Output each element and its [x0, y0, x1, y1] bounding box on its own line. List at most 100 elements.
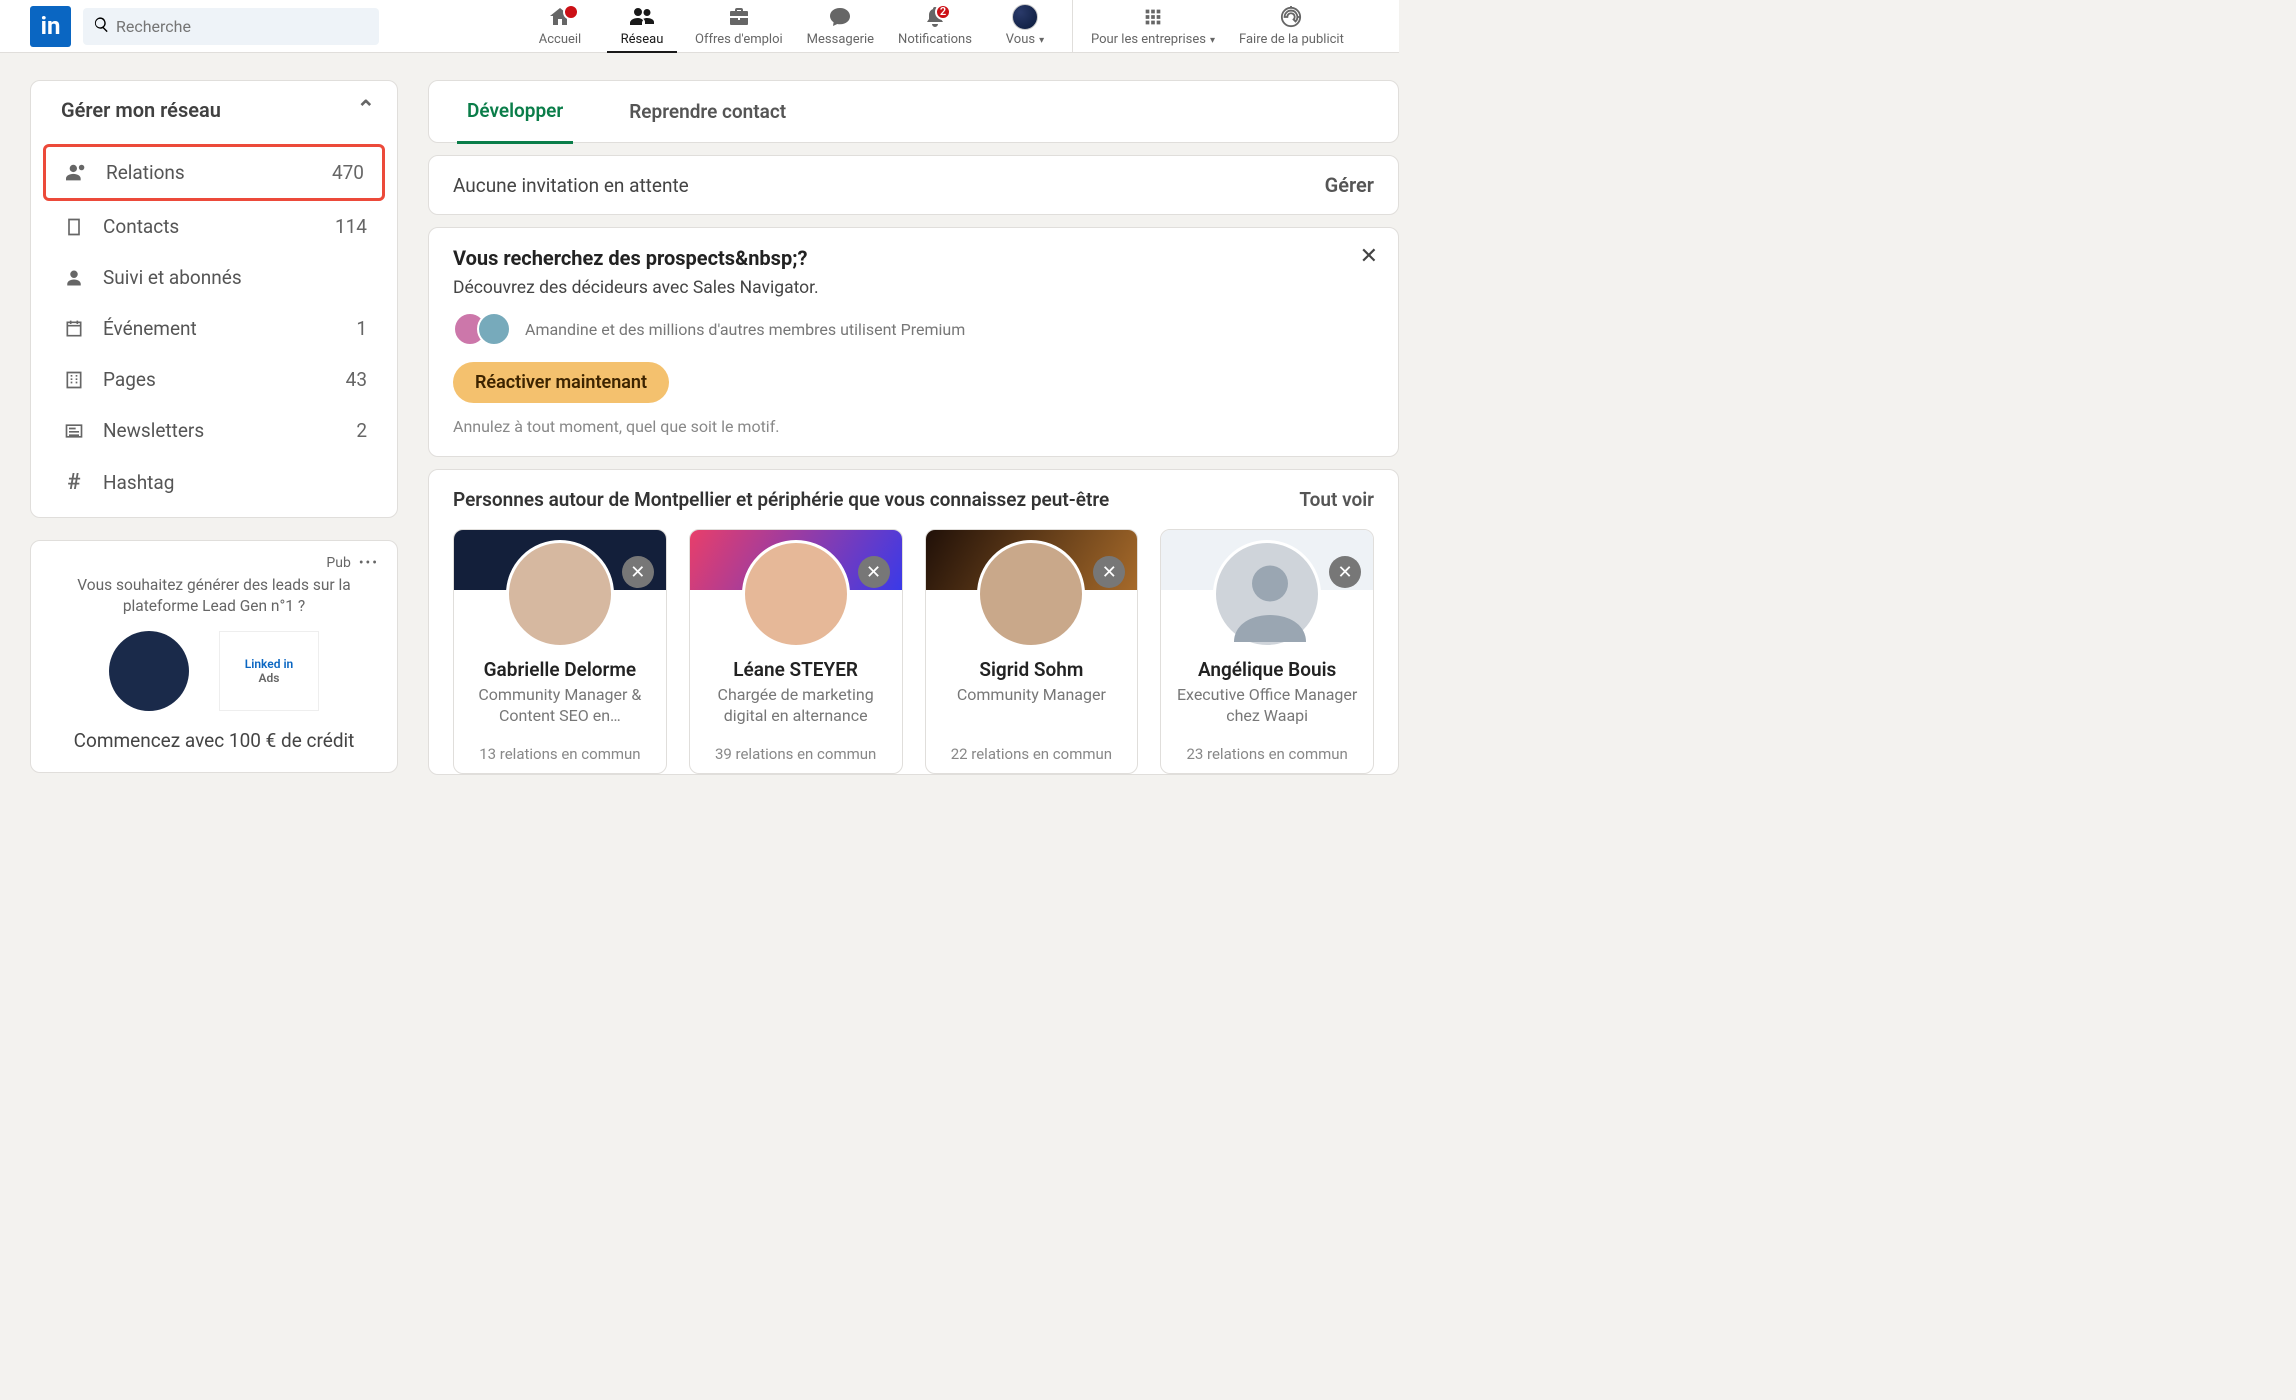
nav-jobs[interactable]: Offres d'emploi: [683, 0, 795, 53]
person-card[interactable]: ✕ Angélique Bouis Executive Office Manag…: [1160, 529, 1374, 774]
sidebar-item-newsletters[interactable]: Newsletters 2: [43, 405, 385, 456]
ad-cta[interactable]: Commencez avec 100 € de crédit: [49, 729, 379, 752]
dismiss-icon[interactable]: ✕: [1093, 556, 1125, 588]
person-name: Léane STEYER: [733, 658, 858, 681]
invitations-row: Aucune invitation en attente Gérer: [428, 155, 1399, 215]
sidebar: Gérer mon réseau ⌃ Relations 470 Contact…: [30, 80, 398, 775]
suggestions-title: Personnes autour de Montpellier et périp…: [453, 488, 1109, 511]
nav-advertise[interactable]: Faire de la publicit: [1227, 0, 1356, 53]
reactivate-button[interactable]: Réactiver maintenant: [453, 362, 669, 403]
person-avatar: [977, 540, 1085, 648]
home-notification-dot: [563, 4, 579, 20]
sidebar-item-contacts[interactable]: Contacts 114: [43, 201, 385, 252]
sidebar-item-label: Pages: [103, 368, 346, 391]
person-role: Community Manager & Content SEO en…: [454, 685, 666, 727]
sidebar-item-relations[interactable]: Relations 470: [43, 144, 385, 201]
promo-title: Vous recherchez des prospects&nbsp;?: [453, 246, 1374, 270]
ad-text: Vous souhaitez générer des leads sur la …: [49, 575, 379, 617]
sidebar-item-following[interactable]: Suivi et abonnés: [43, 252, 385, 303]
connections-icon: [64, 162, 90, 184]
search-wrapper[interactable]: [83, 8, 379, 45]
sidebar-item-label: Relations: [106, 161, 332, 184]
sidebar-item-hashtag[interactable]: # Hashtag: [43, 456, 385, 509]
close-icon[interactable]: ✕: [1360, 244, 1378, 269]
primary-nav: Accueil Réseau Offres d'emploi Messageri…: [519, 0, 1356, 53]
premium-promo: ✕ Vous recherchez des prospects&nbsp;? D…: [428, 227, 1399, 457]
avatar-icon: [1012, 4, 1038, 30]
nav-messaging[interactable]: Messagerie: [795, 0, 886, 53]
linkedin-logo[interactable]: in: [30, 6, 71, 47]
promo-note: Annulez à tout moment, quel que soit le …: [453, 417, 1374, 436]
person-card[interactable]: ✕ Sigrid Sohm Community Manager 22 relat…: [925, 529, 1139, 774]
person-name: Gabrielle Delorme: [484, 658, 637, 681]
newsletter-icon: [61, 421, 87, 441]
main-content: Développer Reprendre contact Aucune invi…: [428, 80, 1399, 775]
sidebar-item-events[interactable]: Événement 1: [43, 303, 385, 354]
nav-notifications-label: Notifications: [898, 32, 972, 47]
mutual-connections: 23 relations en commun: [1186, 745, 1347, 763]
mutual-connections: 13 relations en commun: [479, 745, 640, 763]
sidebar-toggle[interactable]: Gérer mon réseau ⌃: [31, 81, 397, 138]
person-avatar: [742, 540, 850, 648]
promo-facepile: [453, 312, 511, 346]
promo-subtitle: Découvrez des décideurs avec Sales Navig…: [453, 278, 1374, 298]
sidebar-item-count: 114: [335, 215, 367, 238]
nav-messaging-label: Messagerie: [807, 32, 874, 47]
sidebar-item-count: 470: [332, 161, 364, 184]
ad-avatar[interactable]: [109, 631, 189, 711]
invitations-label: Aucune invitation en attente: [453, 174, 689, 197]
sidebar-item-count: 2: [356, 419, 367, 442]
tab-reconnect[interactable]: Reprendre contact: [619, 81, 796, 142]
top-nav: in Accueil Réseau Offres d'emploi Messag…: [0, 0, 1399, 53]
people-icon: [629, 4, 655, 30]
dismiss-icon[interactable]: ✕: [1329, 556, 1361, 588]
nav-notifications[interactable]: 2 Notifications: [886, 0, 984, 53]
hashtag-icon: #: [61, 470, 87, 495]
search-input[interactable]: [116, 17, 369, 36]
nav-jobs-label: Offres d'emploi: [695, 32, 783, 47]
see-all-link[interactable]: Tout voir: [1299, 488, 1374, 511]
apps-grid-icon: [1140, 4, 1166, 30]
dismiss-icon[interactable]: ✕: [858, 556, 890, 588]
ad-logo-line1: Linked in: [245, 657, 294, 671]
sidebar-item-label: Contacts: [103, 215, 335, 238]
person-name: Sigrid Sohm: [979, 658, 1083, 681]
sidebar-item-label: Hashtag: [103, 471, 367, 494]
message-icon: [827, 4, 853, 30]
ad-tag: Pub: [326, 555, 350, 571]
ad-card: Pub ••• Vous souhaitez générer des leads…: [30, 540, 398, 773]
target-icon: [1278, 4, 1304, 30]
person-role: Chargée de marketing digital en alternan…: [690, 685, 902, 727]
nav-home[interactable]: Accueil: [519, 0, 601, 53]
sidebar-item-count: 1: [356, 317, 367, 340]
search-icon: [93, 16, 110, 37]
briefcase-icon: [726, 4, 752, 30]
person-card[interactable]: ✕ Gabrielle Delorme Community Manager & …: [453, 529, 667, 774]
ad-logo-line2: Ads: [259, 671, 280, 685]
mutual-connections: 22 relations en commun: [951, 745, 1112, 763]
nav-network-label: Réseau: [621, 32, 664, 47]
ad-logo[interactable]: Linked inAds: [219, 631, 319, 711]
sidebar-item-label: Suivi et abonnés: [103, 266, 367, 289]
person-role: Executive Office Manager chez Waapi: [1161, 685, 1373, 727]
nav-business-label: Pour les entreprises: [1091, 32, 1215, 47]
person-card[interactable]: ✕ Léane STEYER Chargée de marketing digi…: [689, 529, 903, 774]
person-avatar-placeholder: [1213, 540, 1321, 648]
sidebar-item-count: 43: [346, 368, 367, 391]
tab-grow[interactable]: Développer: [457, 80, 573, 144]
sidebar-item-pages[interactable]: Pages 43: [43, 354, 385, 405]
sidebar-item-label: Newsletters: [103, 419, 356, 442]
person-role: Community Manager: [949, 685, 1114, 727]
nav-network[interactable]: Réseau: [601, 0, 683, 53]
address-book-icon: [61, 216, 87, 238]
building-icon: [61, 369, 87, 391]
mutual-connections: 39 relations en commun: [715, 745, 876, 763]
promo-social-proof: Amandine et des millions d'autres membre…: [525, 320, 965, 339]
nav-business[interactable]: Pour les entreprises: [1079, 0, 1227, 53]
sidebar-item-label: Événement: [103, 317, 356, 340]
dismiss-icon[interactable]: ✕: [622, 556, 654, 588]
nav-me[interactable]: Vous: [984, 0, 1066, 53]
ad-menu-icon[interactable]: •••: [359, 555, 379, 571]
manage-invitations-link[interactable]: Gérer: [1325, 173, 1374, 197]
sidebar-title: Gérer mon réseau: [61, 98, 221, 122]
